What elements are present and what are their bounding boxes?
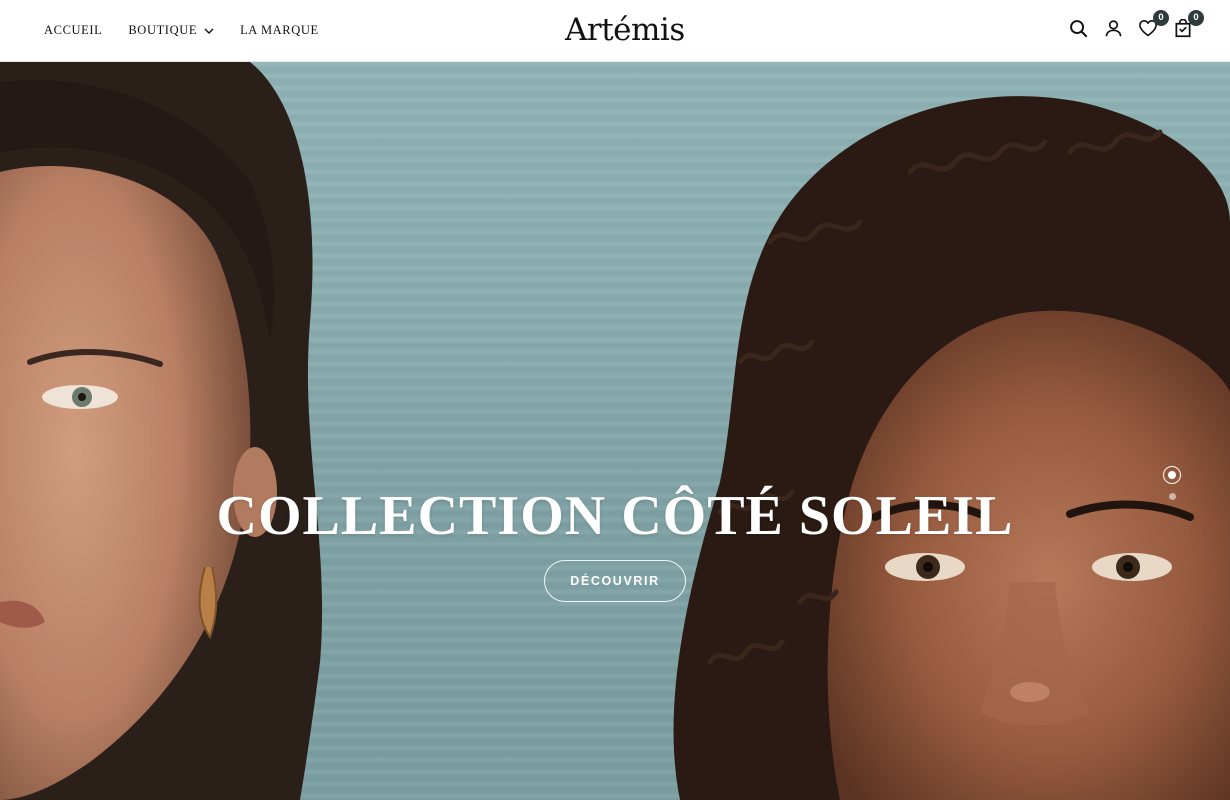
header-actions: 0 0 [1067, 0, 1204, 61]
nav-item-label: LA MARQUE [240, 23, 319, 37]
nav-item-label: BOUTIQUE [128, 23, 198, 37]
main-nav: ACCUEIL BOUTIQUE LA MARQUE [44, 0, 319, 61]
nav-item-boutique[interactable]: BOUTIQUE [128, 23, 214, 38]
cart-count-badge: 0 [1188, 9, 1204, 26]
slider-dot-active[interactable] [1163, 466, 1181, 484]
brand-logo[interactable]: Artémis [565, 8, 685, 52]
hero-slider: COLLECTION CÔTÉ SOLEIL DÉCOUVRIR [0, 62, 1230, 800]
nav-item-la-marque[interactable]: LA MARQUE [240, 23, 319, 38]
hero-image-right-model [673, 96, 1230, 800]
nav-item-accueil[interactable]: ACCUEIL [44, 23, 102, 38]
discover-button[interactable]: DÉCOUVRIR [544, 560, 686, 602]
wishlist-button[interactable]: 0 [1137, 9, 1169, 42]
account-button[interactable] [1102, 19, 1124, 43]
account-icon [1104, 19, 1123, 43]
site-header: ACCUEIL BOUTIQUE LA MARQUE Artémis 0 0 [0, 0, 1230, 62]
slider-dot[interactable] [1168, 493, 1176, 500]
wishlist-count-badge: 0 [1153, 9, 1169, 26]
cart-button[interactable]: 0 [1172, 9, 1204, 42]
search-button[interactable] [1067, 19, 1089, 43]
hero-image-left-model [0, 62, 323, 800]
hero-title: COLLECTION CÔTÉ SOLEIL [216, 485, 1014, 547]
chevron-down-icon [204, 28, 214, 34]
search-icon [1069, 19, 1088, 43]
slider-pagination [1163, 466, 1181, 500]
nav-item-label: ACCUEIL [44, 23, 103, 37]
